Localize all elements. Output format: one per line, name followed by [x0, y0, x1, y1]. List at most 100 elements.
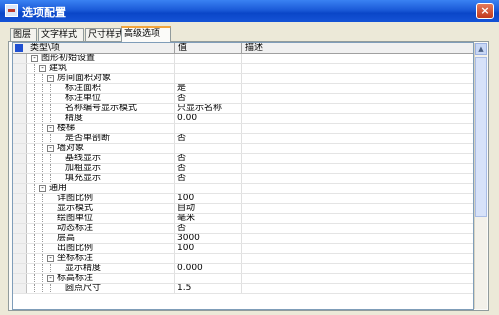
table-row[interactable]: 填充显示 否: [13, 174, 473, 184]
table-row[interactable]: 加粗显示 否: [13, 164, 473, 174]
row-selector[interactable]: [13, 214, 27, 223]
table-row[interactable]: - 标高标注: [13, 274, 473, 284]
row-value-cell[interactable]: 是: [175, 84, 242, 93]
table-row[interactable]: 绘图单位 毫米: [13, 214, 473, 224]
collapse-icon[interactable]: -: [31, 55, 38, 62]
row-value-cell[interactable]: 0.00: [175, 114, 242, 123]
row-value-cell[interactable]: [175, 184, 242, 193]
vertical-scrollbar[interactable]: ▲: [474, 43, 487, 309]
row-selector[interactable]: [13, 264, 27, 273]
table-row[interactable]: - 图形初始设置: [13, 54, 473, 64]
row-value-cell[interactable]: [175, 54, 242, 63]
table-row[interactable]: 标注单位 否: [13, 94, 473, 104]
table-row[interactable]: - 通用: [13, 184, 473, 194]
row-value-cell[interactable]: [175, 254, 242, 263]
row-value-cell[interactable]: 100: [175, 244, 242, 253]
tab-dimension-style[interactable]: 尺寸样式: [85, 28, 124, 41]
tab-advanced-options[interactable]: 高级选项: [121, 26, 171, 42]
table-row[interactable]: - 墙对象: [13, 144, 473, 154]
table-row[interactable]: 精度 0.00: [13, 114, 473, 124]
row-value-cell[interactable]: 毫米: [175, 214, 242, 223]
row-selector[interactable]: [13, 144, 27, 153]
table-row[interactable]: 动态标注 否: [13, 224, 473, 234]
row-value-cell[interactable]: 只显示名称: [175, 104, 242, 113]
collapse-icon[interactable]: -: [47, 275, 54, 282]
row-selector[interactable]: [13, 184, 27, 193]
table-row[interactable]: - 坐标标注: [13, 254, 473, 264]
row-selector[interactable]: [13, 284, 27, 293]
row-value-cell[interactable]: 否: [175, 224, 242, 233]
row-description-cell: [242, 124, 473, 133]
table-row[interactable]: 是否单剖断 否: [13, 134, 473, 144]
table-row[interactable]: 显示模式 自动: [13, 204, 473, 214]
row-value-cell[interactable]: 100: [175, 194, 242, 203]
select-all-icon[interactable]: [15, 44, 23, 52]
row-selector[interactable]: [13, 194, 27, 203]
row-selector[interactable]: [13, 84, 27, 93]
tree-guide-line: [34, 84, 35, 93]
collapse-icon[interactable]: -: [47, 125, 54, 132]
row-selector[interactable]: [13, 74, 27, 83]
row-selector[interactable]: [13, 134, 27, 143]
tree-guide-line: [42, 254, 43, 263]
table-row[interactable]: 圆点尺寸 1.5: [13, 284, 473, 294]
row-value-cell[interactable]: [175, 274, 242, 283]
table-row[interactable]: 基线显示 否: [13, 154, 473, 164]
row-selector[interactable]: [13, 124, 27, 133]
row-value-cell[interactable]: 0.000: [175, 264, 242, 273]
row-selector[interactable]: [13, 154, 27, 163]
row-value-cell[interactable]: 否: [175, 134, 242, 143]
row-selector[interactable]: [13, 114, 27, 123]
row-selector[interactable]: [13, 104, 27, 113]
table-row[interactable]: - 建筑: [13, 64, 473, 74]
collapse-icon[interactable]: -: [47, 255, 54, 262]
row-description-cell: [242, 214, 473, 223]
tree-guide-line: [34, 244, 35, 253]
row-value-cell[interactable]: 3000: [175, 234, 242, 243]
column-header-type[interactable]: 类型\项: [27, 43, 175, 53]
row-value-cell[interactable]: 否: [175, 174, 242, 183]
row-value-cell[interactable]: 否: [175, 164, 242, 173]
table-row[interactable]: - 楼梯: [13, 124, 473, 134]
tab-layers[interactable]: 图层: [10, 28, 37, 41]
row-value-cell[interactable]: 自动: [175, 204, 242, 213]
row-value-cell[interactable]: 1.5: [175, 284, 242, 293]
tab-text-style[interactable]: 文字样式: [38, 28, 84, 41]
scroll-up-icon[interactable]: ▲: [475, 43, 487, 55]
row-value-cell[interactable]: 否: [175, 154, 242, 163]
table-row[interactable]: - 房间面积对象: [13, 74, 473, 84]
table-row[interactable]: 名称编号显示模式 只显示名称: [13, 104, 473, 114]
collapse-icon[interactable]: -: [47, 145, 54, 152]
row-selector[interactable]: [13, 254, 27, 263]
row-value-cell[interactable]: 否: [175, 94, 242, 103]
table-row[interactable]: 显示精度 0.000: [13, 264, 473, 274]
collapse-icon[interactable]: -: [39, 185, 46, 192]
row-selector[interactable]: [13, 244, 27, 253]
collapse-icon[interactable]: -: [47, 75, 54, 82]
table-row[interactable]: 标注面积 是: [13, 84, 473, 94]
row-selector[interactable]: [13, 64, 27, 73]
row-value-cell[interactable]: [175, 74, 242, 83]
row-selector[interactable]: [13, 164, 27, 173]
row-selector[interactable]: [13, 224, 27, 233]
table-row[interactable]: 出图比例 100: [13, 244, 473, 254]
table-row[interactable]: 详图比例 100: [13, 194, 473, 204]
row-selector[interactable]: [13, 204, 27, 213]
row-value-cell[interactable]: [175, 144, 242, 153]
tree-guide-line: [42, 264, 43, 273]
column-header-value[interactable]: 值: [175, 43, 242, 53]
row-selector[interactable]: [13, 94, 27, 103]
row-label: 墙对象: [57, 144, 85, 153]
scroll-thumb[interactable]: [475, 57, 487, 217]
collapse-icon[interactable]: -: [39, 65, 46, 72]
row-selector[interactable]: [13, 54, 27, 63]
row-value-cell[interactable]: [175, 64, 242, 73]
table-row[interactable]: 层高 3000: [13, 234, 473, 244]
row-value-cell[interactable]: [175, 124, 242, 133]
tree-guide-line: [42, 204, 43, 213]
column-header-description[interactable]: 描述: [242, 43, 473, 53]
row-selector[interactable]: [13, 174, 27, 183]
row-selector[interactable]: [13, 274, 27, 283]
close-button[interactable]: ×: [476, 3, 494, 19]
row-selector[interactable]: [13, 234, 27, 243]
